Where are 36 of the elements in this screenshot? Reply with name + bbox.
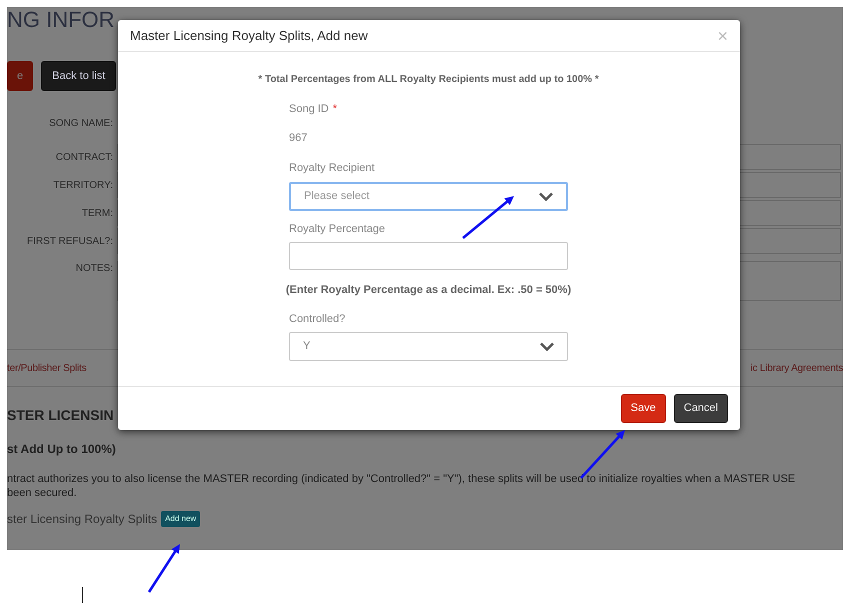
- page-tab[interactable]: ter/Publisher Splits: [7, 360, 86, 376]
- notice-text: * Total Percentages from ALL Royalty Recipients must add up to 100% *: [258, 73, 599, 87]
- list-label: ster Licensing Royalty Splits: [7, 511, 158, 528]
- close-button[interactable]: ×: [717, 26, 728, 44]
- modal-title: Master Licensing Royalty Splits, Add new: [130, 26, 368, 45]
- required-mark: *: [332, 102, 338, 117]
- page-button[interactable]: e: [7, 61, 34, 91]
- annotation-arrow: [462, 196, 514, 239]
- page-button[interactable]: Back to list: [41, 61, 116, 91]
- select-field[interactable]: Y: [289, 332, 568, 361]
- field-label: Royalty Percentage: [289, 222, 385, 236]
- section-title: STER LICENSIN: [7, 406, 114, 425]
- dialog-button[interactable]: Save: [620, 394, 666, 423]
- field-label: NOTES:: [74, 262, 113, 276]
- page-heading: NG INFOR: [7, 7, 116, 33]
- field-label: SONG NAME:: [48, 116, 113, 130]
- field-label: Song ID: [289, 102, 329, 117]
- hint-text: (Enter Royalty Percentage as a decimal. Ex: .50 = 50%): [286, 283, 572, 298]
- description-text: been secured.: [7, 486, 78, 500]
- field-label: TERRITORY:: [52, 178, 113, 192]
- annotation-arrow: [148, 544, 180, 593]
- chevron-down-icon: [540, 342, 554, 351]
- input-field[interactable]: [289, 242, 568, 270]
- page-tab[interactable]: ic Library Agreements: [750, 360, 843, 376]
- dialog-button[interactable]: Cancel: [674, 394, 728, 423]
- add-new-button[interactable]: Add new: [161, 511, 200, 527]
- section-subtitle: st Add Up to 100%): [7, 441, 117, 458]
- field-label: TERM:: [80, 206, 113, 220]
- select-field[interactable]: Please select: [289, 182, 568, 210]
- text-cursor: [82, 587, 83, 603]
- song-id-value: 967: [289, 130, 308, 146]
- field-label: Controlled?: [289, 312, 346, 326]
- chevron-down-icon: [539, 192, 553, 200]
- field-label: FIRST REFUSAL?:: [26, 234, 113, 248]
- field-label: Royalty Recipient: [289, 161, 375, 176]
- field-label: CONTRACT:: [54, 150, 113, 164]
